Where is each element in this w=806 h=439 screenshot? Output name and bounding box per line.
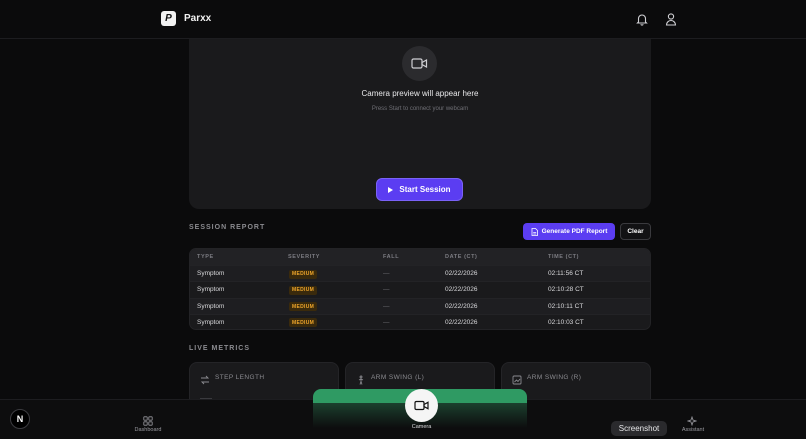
severity-badge: MEDIUM [289,285,318,295]
nav-assistant-label[interactable]: Assistant [673,427,713,433]
cell-fall: — [383,302,390,310]
generate-pdf-button[interactable]: Generate PDF Report [523,223,615,240]
column-header-time: TIME (CT) [548,254,580,260]
clear-button[interactable]: Clear [620,223,651,240]
nav-camera-label[interactable]: Camera [401,424,442,430]
bell-icon[interactable] [635,12,649,26]
n-avatar-badge[interactable]: N [10,409,30,429]
generate-pdf-label: Generate PDF Report [541,228,608,235]
live-metrics-heading: LIVE METRICS [189,345,251,352]
session-report-heading: SESSION REPORT [189,224,266,231]
metric-label: STEP LENGTH [215,374,265,381]
cell-type: Symptom [197,302,225,310]
column-header-fall: FALL [383,254,400,260]
cell-type: Symptom [197,270,225,277]
video-camera-icon [414,400,429,411]
cell-date: 02/22/2026 [445,270,478,277]
user-icon[interactable] [664,12,678,26]
cell-time: 02:10:03 CT [548,318,584,326]
arrows-swap-icon [200,372,210,385]
column-header-date: DATE (CT) [445,254,478,260]
brand-name: Parxx [184,13,212,24]
camera-nav-button[interactable] [405,389,438,422]
screenshot-tooltip: Screenshot [611,421,667,436]
sparkle-icon[interactable] [686,413,698,427]
metric-label: ARM SWING (L) [371,374,425,381]
nav-dashboard-label[interactable]: Dashboard [128,427,168,433]
activity-icon [356,372,366,385]
severity-badge: MEDIUM [289,269,318,279]
table-body: Symptom MEDIUM —02/22/2026 02:11:56 CT Sympt… [190,265,650,329]
metric-label: ARM SWING (R) [527,374,582,381]
start-session-button[interactable]: Start Session [376,178,463,201]
camera-preview-card: Camera preview will appear here Press St… [189,39,651,209]
cell-time: 02:11:56 CT [548,270,584,277]
video-camera-icon [402,46,437,81]
file-icon [531,227,538,236]
cell-type: Symptom [197,318,225,326]
cell-fall: — [383,318,390,326]
table-row: Symptom MEDIUM — 02/22/2026 02:10:11 CT [190,297,650,314]
session-report-table: TYPE SEVERITY FALL DATE (CT) TIME (CT) S… [189,248,651,330]
grid-icon[interactable] [143,413,153,426]
cell-time: 02:10:11 CT [548,302,584,310]
play-icon [388,186,394,193]
start-session-label: Start Session [399,185,451,194]
table-row: Symptom MEDIUM — 02/22/2026 02:10:03 CT [190,313,650,329]
column-header-type: TYPE [197,254,214,260]
column-header-severity: SEVERITY [288,254,321,260]
cell-fall: — [383,270,390,277]
cell-date: 02/22/2026 [445,286,478,294]
top-bar: P Parxx [0,0,806,39]
app-logo[interactable]: P [161,11,176,26]
cell-fall: — [383,286,390,294]
camera-preview-subtitle: Press Start to connect your webcam [371,106,469,112]
severity-badge: MEDIUM [289,318,318,328]
cell-date: 02/22/2026 [445,302,478,310]
cell-time: 02:10:28 CT [548,286,584,294]
cell-type: Symptom [197,286,225,294]
table-row: Symptom MEDIUM — 02/22/2026 02:10:28 CT [190,281,650,297]
cell-date: 02/22/2026 [445,318,478,326]
table-row: Symptom MEDIUM — 02/22/2026 02:11:56 CT [190,265,650,282]
chart-icon [512,372,522,385]
severity-badge: MEDIUM [289,302,318,312]
camera-preview-title: Camera preview will appear here [361,89,479,98]
table-header: TYPE SEVERITY FALL DATE (CT) TIME (CT) [190,249,650,265]
